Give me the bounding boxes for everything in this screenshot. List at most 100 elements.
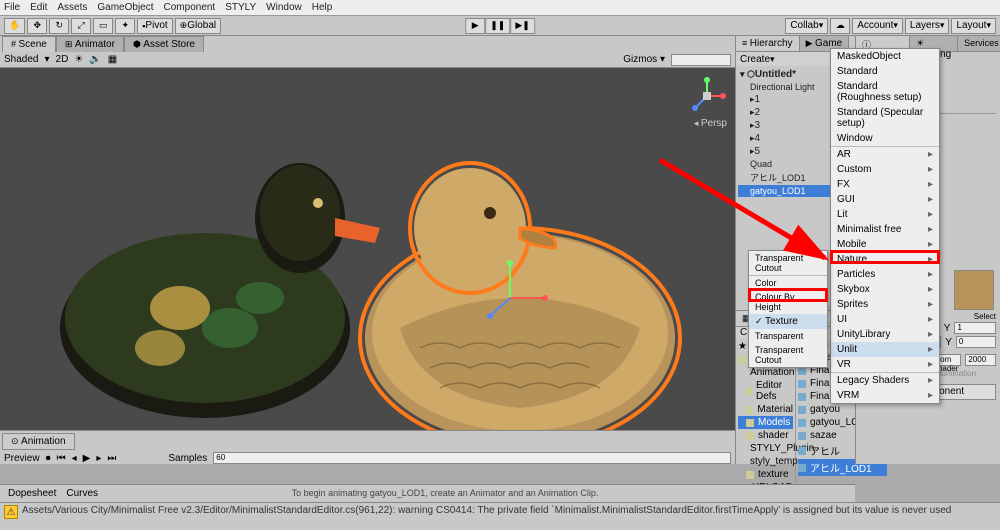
shader-menu-item[interactable]: Standard (Specular setup) — [831, 105, 939, 131]
menu-styly[interactable]: STYLY — [225, 2, 256, 13]
anim-first-icon[interactable]: ⏮ — [57, 453, 66, 464]
folder[interactable]: STYLY_Plugin — [738, 442, 793, 455]
scene-search[interactable] — [671, 54, 731, 66]
tool-rotate[interactable]: ↻ — [49, 18, 69, 34]
shading-mode[interactable]: Shaded — [4, 54, 38, 65]
pause-button[interactable]: ❚❚ — [485, 18, 510, 34]
status-message: Assets/Various City/Minimalist Free v2.3… — [22, 505, 951, 516]
shader-submenu: Transparent Cutout Color Colour By Heigh… — [748, 250, 828, 368]
anim-next-icon[interactable]: ▸ — [96, 453, 101, 464]
dopesheet-tab[interactable]: Dopesheet — [8, 488, 56, 499]
tab-hierarchy[interactable]: ≡ Hierarchy — [736, 36, 800, 51]
tiling-y[interactable]: 1 — [954, 322, 996, 334]
audio-toggle-icon[interactable]: 🔊 — [89, 54, 101, 65]
tool-rect[interactable]: ▭ — [93, 18, 113, 34]
play-button[interactable]: ▶ — [465, 18, 485, 34]
menu-edit[interactable]: Edit — [30, 2, 47, 13]
menu-assets[interactable]: Assets — [57, 2, 87, 13]
folder[interactable]: texture — [738, 468, 793, 481]
curves-tab[interactable]: Curves — [66, 488, 98, 499]
status-bar[interactable]: ⚠ Assets/Various City/Minimalist Free v2… — [0, 502, 1000, 530]
shader-menu-item[interactable]: Legacy Shaders▸ — [831, 373, 939, 388]
step-button[interactable]: ▶❚ — [510, 18, 534, 34]
folder[interactable]: Editor Defs — [738, 379, 793, 403]
shader-menu-item[interactable]: GUI▸ — [831, 192, 939, 207]
shader-menu-item[interactable]: MaskedObject — [831, 49, 939, 64]
shader-menu-item[interactable]: FX▸ — [831, 177, 939, 192]
tool-scale[interactable]: ⤢ — [71, 18, 91, 34]
account-dropdown[interactable]: Account ▾ — [852, 18, 903, 34]
anim-prev-icon[interactable]: ◂ — [72, 453, 77, 464]
pivot-toggle[interactable]: ▪ Pivot — [137, 18, 172, 34]
samples-field[interactable]: 60 — [213, 452, 731, 464]
submenu-item[interactable]: Colour By Height — [749, 290, 827, 314]
tab-services[interactable]: Services — [958, 36, 1000, 51]
warning-icon: ⚠ — [4, 505, 18, 519]
fx-toggle-icon[interactable]: ▦ — [108, 54, 117, 65]
tab-animator[interactable]: ⊞ Animator — [56, 36, 124, 52]
shader-menu-item[interactable]: Particles▸ — [831, 267, 939, 282]
shader-menu-item[interactable]: Lit▸ — [831, 207, 939, 222]
tab-animation[interactable]: ⊙ Animation — [2, 433, 75, 450]
mode-2d[interactable]: 2D — [56, 54, 69, 65]
layout-dropdown[interactable]: Layout ▾ — [951, 18, 996, 34]
anim-play-icon[interactable]: ▶ — [83, 453, 91, 464]
folder-selected[interactable]: Models — [738, 416, 793, 429]
shader-menu-item-unlit[interactable]: Unlit▸ — [831, 342, 939, 357]
shader-menu-item[interactable]: Skybox▸ — [831, 282, 939, 297]
menu-bar: File Edit Assets GameObject Component ST… — [0, 0, 1000, 16]
shader-menu-item[interactable]: Custom▸ — [831, 162, 939, 177]
menu-window[interactable]: Window — [266, 2, 302, 13]
anim-preview[interactable]: Preview — [4, 453, 40, 464]
folder[interactable]: styly_temp — [738, 455, 793, 468]
folder[interactable]: Material — [738, 403, 793, 416]
shader-menu-item[interactable]: VRM▸ — [831, 388, 939, 403]
shader-menu-item[interactable]: AR▸ — [831, 147, 939, 162]
submenu-item[interactable]: Transparent Cutout — [749, 343, 827, 367]
hierarchy-create[interactable]: Create — [740, 54, 770, 65]
perspective-label[interactable]: ◂ Persp — [694, 118, 727, 129]
shader-menu-item[interactable]: UnityLibrary▸ — [831, 327, 939, 342]
tab-asset-store[interactable]: ⬢ Asset Store — [124, 36, 204, 52]
shader-menu-item[interactable]: VR▸ — [831, 357, 939, 372]
menu-component[interactable]: Component — [164, 2, 216, 13]
shader-menu-item[interactable]: Standard (Roughness setup) — [831, 79, 939, 105]
anim-last-icon[interactable]: ⏭ — [107, 453, 116, 464]
shader-menu-item[interactable]: Window — [831, 131, 939, 146]
menu-gameobject[interactable]: GameObject — [97, 2, 153, 13]
shader-menu-item[interactable]: UI▸ — [831, 312, 939, 327]
light-toggle-icon[interactable]: ☀ — [74, 54, 83, 65]
submenu-item[interactable]: Color — [749, 276, 827, 290]
submenu-item-texture[interactable]: ✓ Texture — [749, 314, 827, 329]
cloud-button[interactable]: ☁ — [830, 18, 850, 34]
submenu-item[interactable]: Transparent Cutout — [749, 251, 827, 275]
menu-file[interactable]: File — [4, 2, 20, 13]
layers-dropdown[interactable]: Layers ▾ — [905, 18, 950, 34]
tool-hand[interactable]: ✋ — [4, 18, 25, 34]
tool-move[interactable]: ✥ — [27, 18, 47, 34]
offset-y[interactable]: 0 — [956, 336, 996, 348]
anim-record-icon[interactable]: ⏺ — [46, 453, 51, 464]
orientation-gizmo[interactable] — [687, 76, 727, 116]
texture-thumbnail[interactable] — [954, 270, 994, 310]
tab-scene[interactable]: # Scene — [2, 36, 56, 52]
tool-transform[interactable]: ✦ — [115, 18, 135, 34]
shader-menu-item[interactable]: Standard — [831, 64, 939, 79]
shader-menu: MaskedObject Standard Standard (Roughnes… — [830, 48, 940, 404]
menu-help[interactable]: Help — [312, 2, 333, 13]
toolbar: ✋ ✥ ↻ ⤢ ▭ ✦ ▪ Pivot ⊕ Global ▶ ❚❚ ▶❚ Col… — [0, 16, 1000, 36]
global-toggle[interactable]: ⊕ Global — [175, 18, 221, 34]
shader-menu-item[interactable]: Sprites▸ — [831, 297, 939, 312]
collab-dropdown[interactable]: Collab ▾ — [785, 18, 828, 34]
gizmos-dropdown[interactable]: Gizmos ▾ — [623, 54, 665, 65]
folder[interactable]: shader — [738, 429, 793, 442]
submenu-item[interactable]: Transparent — [749, 329, 827, 343]
shader-menu-item[interactable]: Mobile▸ — [831, 237, 939, 252]
scene-object-left-duck[interactable] — [60, 163, 380, 418]
shader-menu-item[interactable]: Nature▸ — [831, 252, 939, 267]
scene-object-right-duck[interactable] — [360, 163, 680, 430]
scene-toolbar: Shaded▾ 2D ☀ 🔊 ▦ Gizmos ▾ — [0, 52, 735, 68]
render-queue-value[interactable]: 2000 — [965, 354, 996, 366]
shader-menu-item[interactable]: Minimalist free▸ — [831, 222, 939, 237]
scene-view[interactable]: ◂ Persp — [0, 68, 735, 430]
